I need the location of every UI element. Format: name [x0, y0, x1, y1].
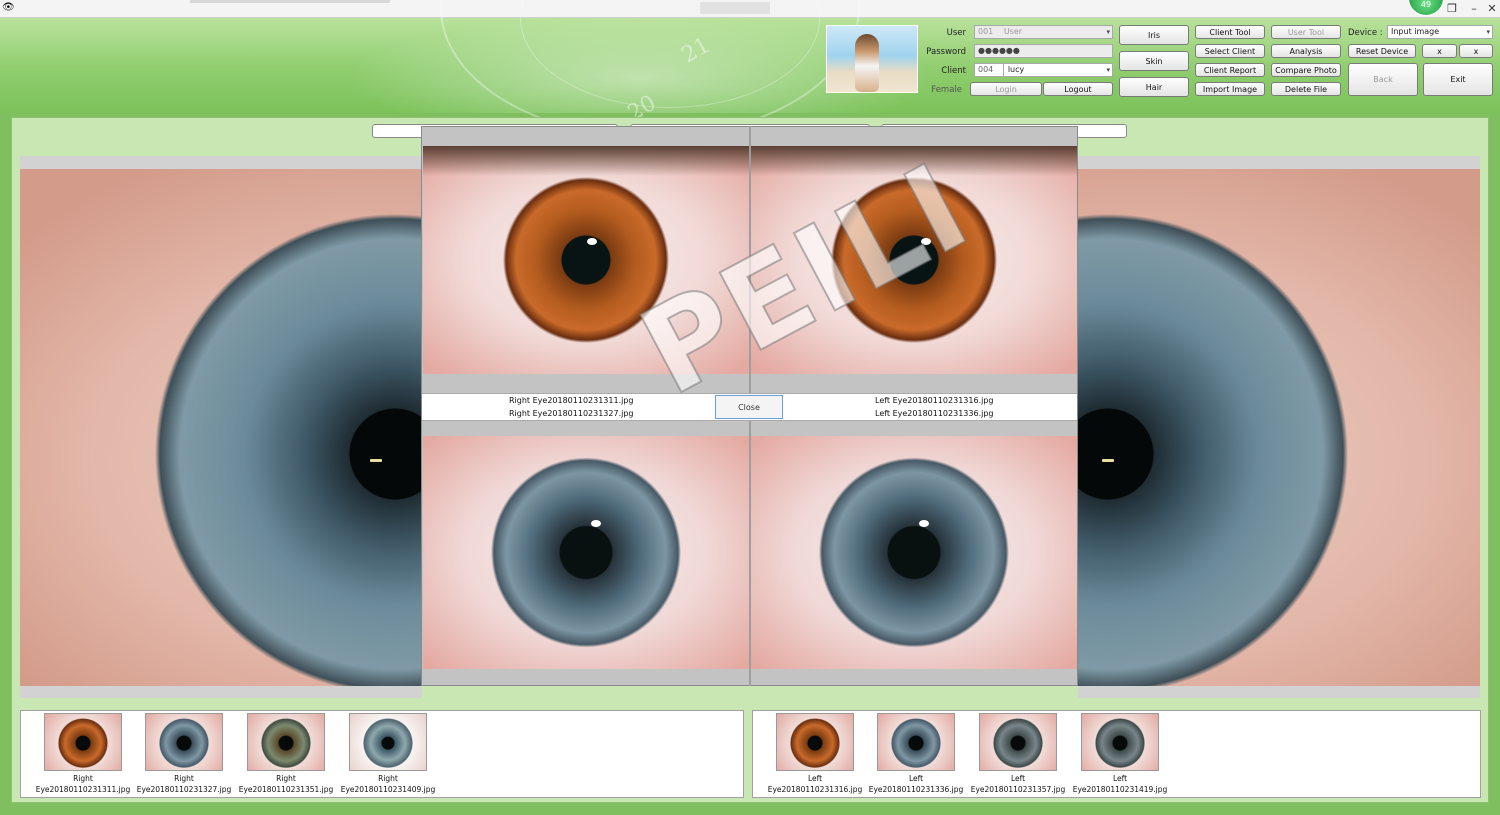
client-id: 004	[978, 65, 994, 74]
thumbnail-file: Eye20180110231419.jpg	[1072, 785, 1168, 794]
chevron-down-icon: ▾	[1486, 28, 1490, 36]
thumbnail-left-4[interactable]: Left Eye20180110231419.jpg	[1070, 713, 1170, 797]
thumbnail-right-4[interactable]: Right Eye20180110231409.jpg	[338, 713, 438, 797]
exit-button[interactable]: Exit	[1423, 63, 1493, 96]
device-x-button-1[interactable]: x	[1422, 44, 1457, 58]
pupil-glint	[591, 520, 601, 527]
thumbnail-image	[145, 713, 223, 771]
thumbnail-image	[776, 713, 854, 771]
thumbnail-side: Left	[1112, 774, 1128, 783]
device-x-button-2[interactable]: x	[1459, 44, 1493, 58]
password-field[interactable]: ●●●●●●	[974, 44, 1113, 58]
app-eye-icon: 👁	[2, 2, 15, 13]
right-eye-thumbnail-panel: Right Eye20180110231311.jpg Right Eye201…	[20, 710, 744, 798]
thumbnail-image	[247, 713, 325, 771]
compare-left-eye-bottom[interactable]	[751, 436, 1077, 669]
pupil-glint	[370, 459, 382, 462]
right-eye-large-image[interactable]	[20, 169, 422, 686]
chevron-down-icon: ▾	[1106, 28, 1110, 36]
viewer-header-right	[1078, 156, 1480, 169]
password-label: Password	[926, 47, 966, 57]
title-placeholder	[190, 0, 390, 3]
select-client-button[interactable]: Select Client	[1195, 44, 1265, 58]
thumbnail-image	[44, 713, 122, 771]
back-button[interactable]: Back	[1348, 63, 1418, 96]
thumbnail-file: Eye20180110231409.jpg	[340, 785, 436, 794]
thumbnail-left-2[interactable]: Left Eye20180110231336.jpg	[866, 713, 966, 797]
hair-button[interactable]: Hair	[1119, 77, 1189, 97]
reset-device-button[interactable]: Reset Device	[1348, 44, 1416, 58]
client-avatar	[826, 25, 918, 93]
viewer-header-left	[20, 156, 422, 169]
thumbnail-image	[979, 713, 1057, 771]
user-id: 001	[978, 27, 994, 36]
left-eye-large-image[interactable]	[1078, 169, 1480, 686]
user-tool-button[interactable]: User Tool	[1271, 25, 1341, 39]
thumbnail-right-3[interactable]: Right Eye20180110231351.jpg	[236, 713, 336, 797]
logout-button[interactable]: Logout	[1043, 82, 1113, 96]
minimize-icon[interactable]: –	[1466, 1, 1482, 17]
eyebrow	[423, 146, 749, 176]
device-label: Device :	[1348, 28, 1383, 38]
client-tool-button[interactable]: Client Tool	[1195, 25, 1265, 39]
avatar-person	[855, 34, 879, 92]
compare-photo-button[interactable]: Compare Photo	[1271, 63, 1341, 77]
client-label: Client	[941, 66, 966, 76]
pupil-glint	[587, 238, 597, 245]
login-button[interactable]: Login	[970, 82, 1042, 96]
client-report-button[interactable]: Client Report	[1195, 63, 1265, 77]
skin-button[interactable]: Skin	[1119, 51, 1189, 71]
thumbnail-image	[349, 713, 427, 771]
import-image-button[interactable]: Import Image	[1195, 82, 1265, 96]
iris-button[interactable]: Iris	[1119, 25, 1189, 45]
pupil-glint	[1102, 459, 1114, 462]
user-select[interactable]: 001 User ▾	[974, 25, 1113, 39]
gender-label: Female	[931, 85, 962, 95]
client-value: lucy	[1007, 65, 1025, 74]
close-window-icon[interactable]: ✕	[1484, 1, 1500, 17]
viewer-footer-right	[1078, 686, 1480, 698]
left-file-caption-2: Left Eye20180110231336.jpg	[875, 409, 994, 418]
user-label: User	[946, 28, 966, 38]
viewer-footer-left	[20, 686, 422, 698]
analysis-button[interactable]: Analysis	[1271, 44, 1341, 58]
pupil-glint	[919, 520, 929, 527]
restore-icon[interactable]: ❐	[1444, 1, 1460, 17]
compare-right-eye-bottom[interactable]	[423, 436, 749, 669]
chevron-down-icon: ▾	[1106, 66, 1110, 74]
left-file-caption-1: Left Eye20180110231316.jpg	[875, 396, 994, 405]
left-eye-thumbnail-panel: Left Eye20180110231316.jpg Left Eye20180…	[752, 710, 1481, 798]
thumbnail-right-1[interactable]: Right Eye20180110231311.jpg	[33, 713, 133, 797]
thumbnail-image	[1081, 713, 1159, 771]
right-file-caption-1: Right Eye20180110231311.jpg	[509, 396, 634, 405]
thumbnail-right-2[interactable]: Right Eye20180110231327.jpg	[134, 713, 234, 797]
user-value: User	[1003, 27, 1023, 36]
device-value: Input image	[1391, 27, 1440, 36]
thumbnail-side: Right	[378, 774, 398, 783]
thumbnail-image	[877, 713, 955, 771]
client-select[interactable]: 004 lucy ▾	[974, 63, 1113, 77]
thumbnail-left-1[interactable]: Left Eye20180110231316.jpg	[765, 713, 865, 797]
right-file-caption-2: Right Eye20180110231327.jpg	[509, 409, 634, 418]
field-divider	[1003, 64, 1004, 76]
delete-file-button[interactable]: Delete File	[1271, 82, 1341, 96]
thumbnail-left-3[interactable]: Left Eye20180110231357.jpg	[968, 713, 1068, 797]
device-select[interactable]: Input image ▾	[1387, 25, 1493, 39]
